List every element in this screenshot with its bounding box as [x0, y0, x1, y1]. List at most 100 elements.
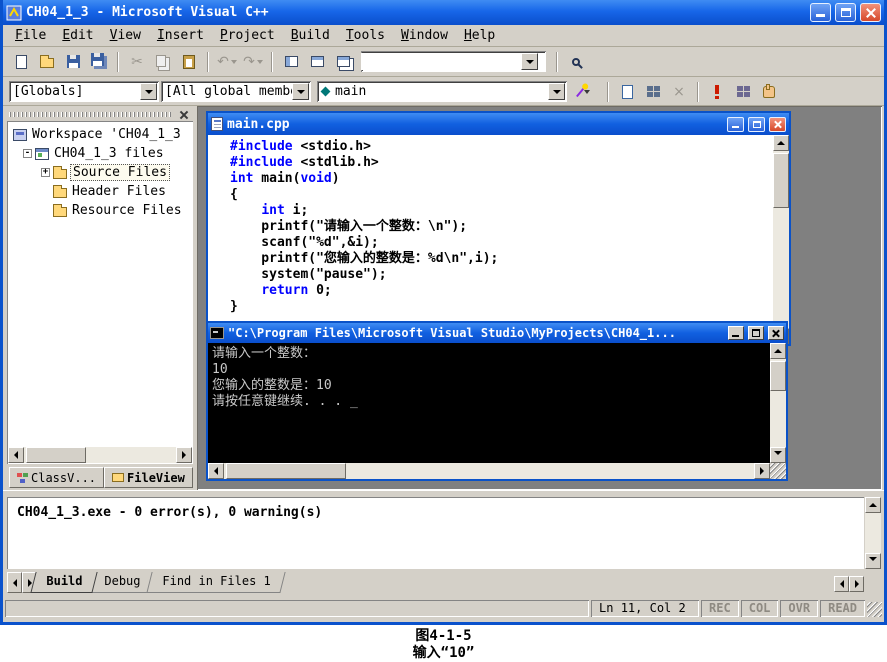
console-output[interactable]: 请输入一个整数： 10 您输入的整数是：10 请按任意键继续. . . _: [208, 343, 770, 463]
collapse-icon[interactable]: [23, 149, 32, 158]
menu-tools[interactable]: Tools: [338, 26, 393, 45]
scrollbar-thumb[interactable]: [226, 463, 346, 479]
menu-insert[interactable]: Insert: [149, 26, 212, 45]
scroll-left-icon[interactable]: [208, 463, 224, 479]
save-all-button[interactable]: [87, 50, 111, 74]
wizard-actions-button[interactable]: [569, 80, 601, 104]
scrollbar-thumb[interactable]: [26, 447, 86, 463]
tree-item-resource-files[interactable]: Resource Files: [9, 201, 191, 220]
build-button[interactable]: [641, 80, 665, 104]
fileview-icon: [112, 473, 125, 482]
menu-help[interactable]: Help: [456, 26, 503, 45]
scrollbar-track[interactable]: [24, 447, 176, 463]
tab-classview[interactable]: ClassV...: [9, 467, 105, 488]
scrollbar-thumb[interactable]: [773, 153, 789, 208]
scroll-right-icon[interactable]: [754, 463, 770, 479]
resize-grip-icon[interactable]: [770, 463, 786, 479]
workspace-close-icon[interactable]: [177, 109, 191, 121]
scroll-left-icon[interactable]: [834, 576, 849, 592]
tab-build[interactable]: Build: [30, 572, 98, 593]
save-button[interactable]: [61, 50, 85, 74]
tree-item-workspace[interactable]: Workspace 'CH04_1_3: [9, 125, 191, 144]
tree-hscrollbar[interactable]: [8, 447, 192, 463]
tab-fileview[interactable]: FileView: [104, 467, 193, 488]
scroll-up-icon[interactable]: [865, 497, 881, 513]
expand-icon[interactable]: [41, 168, 50, 177]
minimize-button[interactable]: [810, 3, 831, 22]
go-button[interactable]: [731, 80, 755, 104]
console-title-bar[interactable]: "C:\Program Files\Microsoft Visual Studi…: [208, 323, 786, 343]
console-close-button[interactable]: [768, 326, 784, 340]
scope-combo-arrow[interactable]: [140, 83, 157, 100]
cut-button[interactable]: ✂: [125, 50, 149, 74]
undo-button[interactable]: ↶: [215, 50, 239, 74]
scroll-up-icon[interactable]: [770, 343, 786, 359]
editor-title-bar[interactable]: main.cpp: [208, 113, 789, 135]
output-pane-button[interactable]: [305, 50, 329, 74]
stop-build-button[interactable]: ×: [667, 80, 691, 104]
tab-find-in-files-1[interactable]: Find in Files 1: [146, 572, 287, 593]
find-input[interactable]: [361, 53, 521, 70]
scrollbar-track[interactable]: [770, 359, 786, 447]
console-hscrollbar[interactable]: [208, 463, 786, 479]
code-editor[interactable]: #include <stdio.h> #include <stdlib.h> int…: [208, 135, 773, 344]
resize-grip-icon[interactable]: [867, 602, 882, 617]
scrollbar-track[interactable]: [773, 151, 789, 328]
maximize-button[interactable]: [835, 3, 856, 22]
scroll-down-icon[interactable]: [770, 447, 786, 463]
workspace-pane-button[interactable]: [279, 50, 303, 74]
function-combo[interactable]: main: [317, 81, 567, 102]
editor-minimize-button[interactable]: [727, 116, 744, 132]
find-combo[interactable]: [361, 51, 546, 72]
output-vscrollbar[interactable]: [865, 497, 881, 569]
new-file-button[interactable]: [9, 50, 33, 74]
tree-item-header-files[interactable]: Header Files: [9, 182, 191, 201]
scroll-down-icon[interactable]: [865, 553, 881, 569]
window-list-button[interactable]: [331, 50, 355, 74]
members-combo[interactable]: [All global members]: [161, 81, 311, 102]
console-vscrollbar[interactable]: [770, 343, 786, 463]
folder-icon: [53, 166, 67, 179]
breakpoint-button[interactable]: [757, 80, 781, 104]
app-icon: [6, 5, 22, 20]
editor-vscrollbar[interactable]: [773, 135, 789, 344]
scrollbar-thumb[interactable]: [770, 361, 786, 391]
scroll-up-icon[interactable]: [773, 135, 789, 151]
document-icon: [211, 117, 223, 131]
find-combo-arrow[interactable]: [521, 53, 538, 70]
menu-project[interactable]: Project: [212, 26, 283, 45]
tabs-scroll-left-icon[interactable]: [7, 572, 22, 593]
editor-close-button[interactable]: [769, 116, 786, 132]
open-button[interactable]: [35, 50, 59, 74]
close-button[interactable]: [860, 3, 881, 22]
menu-file[interactable]: File: [7, 26, 54, 45]
tab-debug[interactable]: Debug: [88, 572, 156, 593]
scrollbar-track[interactable]: [224, 463, 754, 479]
editor-maximize-button[interactable]: [748, 116, 765, 132]
menu-edit[interactable]: Edit: [54, 26, 101, 45]
scrollbar-track[interactable]: [865, 513, 881, 553]
compile-button[interactable]: [615, 80, 639, 104]
tree-item-project[interactable]: CH04_1_3 files: [9, 144, 191, 163]
console-maximize-button[interactable]: [748, 326, 764, 340]
scroll-right-icon[interactable]: [176, 447, 192, 463]
console-minimize-button[interactable]: [728, 326, 744, 340]
copy-button[interactable]: [151, 50, 175, 74]
menu-build[interactable]: Build: [283, 26, 338, 45]
minimize-icon: [732, 125, 739, 128]
workspace-grip[interactable]: [7, 108, 193, 121]
paste-button[interactable]: [177, 50, 201, 74]
tree-item-source-files[interactable]: Source Files: [9, 163, 191, 182]
title-bar[interactable]: CH04_1_3 - Microsoft Visual C++: [3, 0, 884, 25]
execute-button[interactable]: [705, 80, 729, 104]
scope-combo[interactable]: [Globals]: [9, 81, 159, 102]
find-in-files-button[interactable]: [564, 50, 588, 74]
scroll-right-icon[interactable]: [849, 576, 864, 592]
redo-button[interactable]: ↷: [241, 50, 265, 74]
members-combo-arrow[interactable]: [292, 83, 309, 100]
function-combo-arrow[interactable]: [548, 83, 565, 100]
build-output[interactable]: CH04_1_3.exe - 0 error(s), 0 warning(s): [7, 497, 864, 569]
menu-view[interactable]: View: [102, 26, 149, 45]
scroll-left-icon[interactable]: [8, 447, 24, 463]
menu-window[interactable]: Window: [393, 26, 456, 45]
